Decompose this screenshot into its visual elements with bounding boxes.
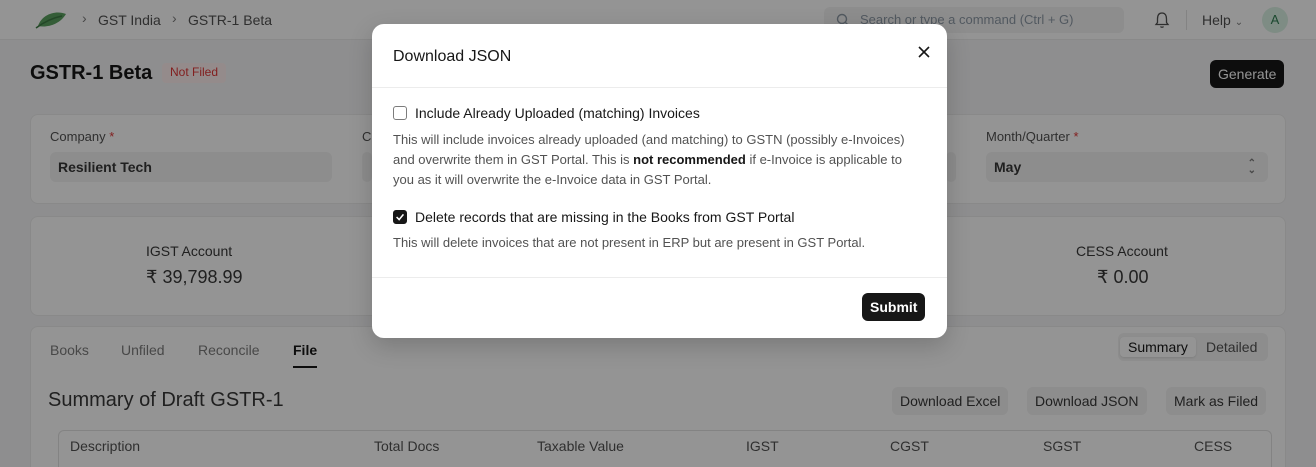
delete-missing-checkbox[interactable] xyxy=(393,210,407,224)
include-uploaded-checkbox[interactable] xyxy=(393,106,407,120)
close-icon[interactable] xyxy=(916,44,932,60)
include-uploaded-label[interactable]: Include Already Uploaded (matching) Invo… xyxy=(415,105,700,121)
submit-button[interactable]: Submit xyxy=(862,293,926,321)
delete-missing-label[interactable]: Delete records that are missing in the B… xyxy=(415,209,794,225)
download-json-dialog: Download JSON Include Already Uploaded (… xyxy=(372,24,947,338)
include-uploaded-description: This will include invoices already uploa… xyxy=(393,132,905,187)
dialog-footer-divider xyxy=(372,277,947,278)
dialog-header-divider xyxy=(372,87,947,88)
checkmark-icon xyxy=(396,213,405,221)
delete-missing-description: This will delete invoices that are not p… xyxy=(393,235,866,250)
dialog-title: Download JSON xyxy=(393,48,512,65)
